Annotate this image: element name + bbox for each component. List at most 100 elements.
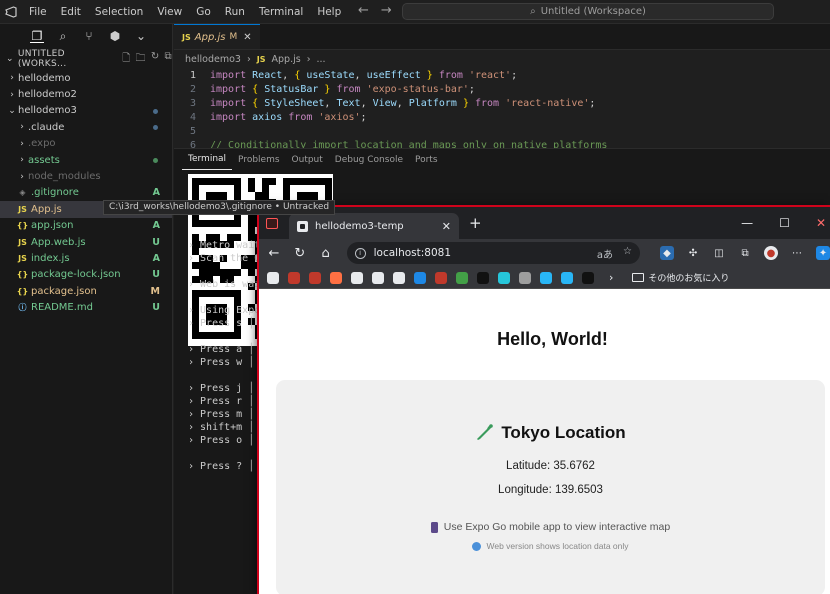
browser-back-icon[interactable]: ←	[267, 246, 281, 261]
expo-go-hint: Use Expo Go mobile app to view interacti…	[276, 521, 825, 533]
address-bar[interactable]: i localhost:8081 aあ ☆	[346, 242, 641, 264]
panel-tab-problems[interactable]: Problems	[232, 150, 285, 170]
tree-file-Appwebjs[interactable]: JS App.web.js U	[0, 234, 172, 250]
code-editor[interactable]: 1 import React, { useState, useEffect } f…	[174, 68, 830, 151]
maximize-button[interactable]: ☐	[779, 216, 790, 230]
back-arrow-icon[interactable]: ←	[358, 3, 369, 18]
favorite-site-icon[interactable]	[519, 271, 531, 284]
panel-tab-debug-console[interactable]: Debug Console	[329, 150, 409, 170]
tree-file-indexjs[interactable]: JS index.js A	[0, 250, 172, 266]
read-aloud-icon[interactable]: aあ	[597, 246, 613, 261]
favorite-site-icon[interactable]	[414, 271, 426, 284]
forward-arrow-icon[interactable]: →	[381, 3, 392, 18]
other-favorites-folder[interactable]: その他のお気に入り	[632, 271, 729, 284]
menu-item-terminal[interactable]: Terminal	[252, 0, 310, 24]
menu-item-file[interactable]: File	[22, 0, 54, 24]
profile-avatar-icon[interactable]: ●	[764, 246, 779, 260]
more-menu-icon[interactable]: ⋯	[790, 246, 804, 260]
extensions-icon[interactable]: ⬢	[108, 29, 122, 43]
favorite-site-icon[interactable]	[330, 271, 342, 284]
mobile-phone-icon	[430, 521, 438, 533]
favorites-overflow-chevron-icon[interactable]: ›	[609, 271, 613, 284]
new-folder-icon[interactable]: 🗀	[136, 51, 146, 68]
favorite-site-icon[interactable]	[582, 271, 594, 284]
browser-reload-icon[interactable]: ↻	[293, 246, 307, 261]
breadcrumb-folder[interactable]: hellodemo3	[185, 54, 241, 65]
breadcrumb-separator: ›	[306, 53, 311, 65]
tree-folder-claude[interactable]: › .claude	[0, 119, 172, 135]
breadcrumb-symbol[interactable]: ...	[317, 54, 326, 65]
workspace-header[interactable]: ⌄ UNTITLED (WORKS... 🗋 🗀 ↻ ⧉	[0, 48, 172, 70]
page-heading: Hello, World!	[497, 329, 608, 349]
source-control-icon[interactable]: ⑂	[82, 29, 96, 43]
tree-folder-expo[interactable]: › .expo	[0, 136, 172, 152]
browser-tab-close-icon[interactable]: ✕	[442, 220, 451, 233]
new-file-icon[interactable]: 🗋	[122, 51, 130, 68]
panel-tab-output[interactable]: Output	[286, 150, 329, 170]
favorite-site-icon[interactable]	[288, 271, 300, 284]
tree-file-appjson[interactable]: {} app.json A	[0, 218, 172, 234]
menu-item-edit[interactable]: Edit	[54, 0, 88, 24]
new-tab-button[interactable]: +	[469, 214, 482, 232]
menu-item-go[interactable]: Go	[189, 0, 218, 24]
workspaces-icon[interactable]	[259, 217, 285, 229]
favorite-site-icon[interactable]	[540, 271, 552, 284]
favorite-site-icon[interactable]	[267, 271, 279, 284]
copilot-icon[interactable]: ✦	[816, 246, 830, 260]
menu-item-run[interactable]: Run	[218, 0, 252, 24]
tree-file-packagelockjson[interactable]: {} package-lock.json U	[0, 267, 172, 283]
favorite-site-icon[interactable]	[372, 271, 384, 284]
tree-folder-hellodemo3[interactable]: ⌄ hellodemo3	[0, 103, 172, 119]
collections-icon[interactable]: ⧉	[738, 246, 752, 260]
extensions-puzzle-icon[interactable]: ✣	[686, 246, 700, 260]
panel-tab-ports[interactable]: Ports	[409, 150, 444, 170]
search-icon: ⌕	[530, 6, 536, 17]
favorite-site-icon[interactable]	[309, 271, 321, 284]
tab-close-icon[interactable]: ✕	[243, 32, 251, 43]
tree-file-READMEmd[interactable]: ⓘ README.md U	[0, 299, 172, 315]
favorite-site-icon[interactable]	[351, 271, 363, 284]
breadcrumb: hellodemo3 › JS App.js › ...	[174, 50, 830, 68]
tree-file-packagejson[interactable]: {} package.json M	[0, 283, 172, 299]
favorite-site-icon[interactable]	[393, 271, 405, 284]
tree-item-label: .gitignore	[31, 187, 79, 199]
tree-file-gitignore[interactable]: ◈ .gitignore A	[0, 185, 172, 201]
site-info-icon[interactable]: i	[354, 247, 366, 259]
japan-map-icon	[477, 424, 494, 440]
tree-folder-hellodemo[interactable]: › hellodemo	[0, 70, 172, 86]
menu-item-selection[interactable]: Selection	[88, 0, 150, 24]
favorite-site-icon[interactable]	[498, 271, 510, 284]
menu-item-view[interactable]: View	[150, 0, 189, 24]
favorite-star-icon[interactable]: ☆	[623, 246, 632, 261]
favorites-bar: › その他のお気に入り	[259, 267, 830, 289]
git-status-badge: U	[152, 269, 160, 281]
split-screen-icon[interactable]: ◫	[712, 246, 726, 260]
collapse-all-icon[interactable]: ⧉	[165, 51, 172, 68]
browser-home-icon[interactable]: ⌂	[319, 246, 333, 261]
command-center[interactable]: ⌕ Untitled (Workspace)	[402, 3, 774, 20]
tree-folder-node_modules[interactable]: › node_modules	[0, 168, 172, 184]
more-views-chevron-icon[interactable]: ⌄	[134, 29, 148, 43]
panel-tab-terminal[interactable]: Terminal	[182, 149, 233, 170]
nav-arrows: ← →	[358, 3, 392, 18]
chevron-down-icon: ⌄	[6, 54, 14, 64]
favorite-site-icon[interactable]	[477, 271, 489, 284]
code-line: 1 import React, { useState, useEffect } f…	[174, 68, 830, 82]
menu-item-help[interactable]: Help	[310, 0, 348, 24]
tree-folder-assets[interactable]: › assets	[0, 152, 172, 168]
breadcrumb-file[interactable]: App.js	[272, 54, 301, 65]
git-change-dot	[153, 125, 158, 131]
refresh-icon[interactable]: ↻	[151, 51, 160, 68]
extension-shield-icon[interactable]: ◆	[660, 246, 675, 260]
close-window-button[interactable]: ✕	[816, 216, 826, 230]
favorite-site-icon[interactable]	[435, 271, 447, 284]
favorite-site-icon[interactable]	[561, 271, 573, 284]
tree-folder-hellodemo2[interactable]: › hellodemo2	[0, 86, 172, 102]
favorite-site-icon[interactable]	[456, 271, 468, 284]
search-view-icon[interactable]: ⌕	[56, 29, 70, 43]
minimize-button[interactable]: —	[741, 216, 753, 230]
globe-icon	[472, 541, 482, 551]
explorer-files-icon[interactable]: ❐	[30, 29, 44, 43]
tab-app-js[interactable]: JS App.js M ✕	[174, 24, 260, 49]
browser-tab[interactable]: hellodemo3-temp ✕	[289, 213, 459, 239]
